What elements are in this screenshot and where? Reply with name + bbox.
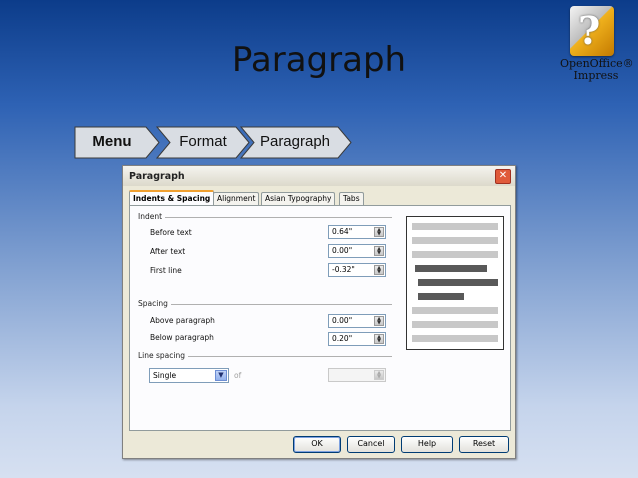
above-paragraph-value: 0.00" [332, 316, 353, 325]
first-line-spinfield[interactable]: -0.32" ▲ ▼ [328, 263, 386, 277]
tab-panel: Indent Before text 0.64" ▲ ▼ After text 0… [129, 205, 511, 431]
breadcrumb-menu-label: Menu [92, 133, 132, 150]
spacing-group-label: Spacing [138, 299, 171, 308]
spin-arrows-icon[interactable]: ▲ ▼ [374, 246, 384, 256]
help-button[interactable]: Help [401, 436, 453, 453]
line-spacing-value: Single [153, 371, 177, 380]
cancel-button[interactable]: Cancel [347, 436, 395, 453]
preview-line-current [418, 293, 464, 300]
tab-alignment[interactable]: Alignment [213, 192, 260, 205]
of-label: of [234, 371, 242, 380]
breadcrumb-format-label: Format [179, 133, 227, 150]
breadcrumb-paragraph-label: Paragraph [259, 133, 331, 150]
paragraph-dialog: Paragraph ✕ Indents & Spacing Alignment … [122, 165, 516, 459]
first-line-value: -0.32" [332, 265, 355, 274]
before-text-spinfield[interactable]: 0.64" ▲ ▼ [328, 225, 386, 239]
below-paragraph-spinfield[interactable]: 0.20" ▲ ▼ [328, 332, 386, 346]
after-text-label: After text [150, 247, 186, 256]
breadcrumb-format: Format [156, 126, 250, 159]
logo-product: Impress [573, 69, 619, 82]
spin-arrows-icon[interactable]: ▲ ▼ [374, 227, 384, 237]
preview-line [412, 237, 498, 244]
before-text-label: Before text [150, 228, 192, 237]
spin-arrows-icon[interactable]: ▲ ▼ [374, 334, 384, 344]
below-paragraph-value: 0.20" [332, 334, 353, 343]
tab-asian-typography[interactable]: Asian Typography [261, 192, 336, 205]
first-line-label: First line [150, 266, 182, 275]
preview-line [412, 307, 498, 314]
line-spacing-of-spinfield[interactable]: ▲ ▼ [328, 368, 386, 382]
above-paragraph-label: Above paragraph [150, 316, 215, 325]
indent-divider [138, 217, 392, 218]
spin-arrows-icon[interactable]: ▲ ▼ [374, 316, 384, 326]
preview-line-current [415, 265, 487, 272]
close-icon[interactable]: ✕ [495, 169, 511, 184]
openoffice-impress-logo: ? OpenOffice® Impress [560, 6, 634, 82]
paragraph-preview [406, 216, 504, 350]
spacing-divider [138, 304, 392, 305]
chevron-down-icon[interactable]: ▼ [215, 370, 227, 381]
spin-arrows-icon[interactable]: ▲ ▼ [374, 370, 384, 380]
tab-tabs[interactable]: Tabs [339, 192, 364, 205]
dialog-titlebar[interactable]: Paragraph ✕ [123, 166, 515, 186]
preview-line [412, 251, 498, 258]
breadcrumb-menu: Menu [74, 126, 160, 159]
dialog-title: Paragraph [129, 171, 185, 182]
line-spacing-group-label: Line spacing [138, 351, 188, 360]
preview-line [412, 321, 498, 328]
after-text-spinfield[interactable]: 0.00" ▲ ▼ [328, 244, 386, 258]
indent-group-label: Indent [138, 212, 166, 221]
above-paragraph-spinfield[interactable]: 0.00" ▲ ▼ [328, 314, 386, 328]
breadcrumb-paragraph: Paragraph [240, 126, 352, 159]
preview-line [412, 223, 498, 230]
after-text-value: 0.00" [332, 246, 353, 255]
below-paragraph-label: Below paragraph [150, 333, 214, 342]
spin-arrows-icon[interactable]: ▲ ▼ [374, 265, 384, 275]
reset-button[interactable]: Reset [459, 436, 509, 453]
line-spacing-select[interactable]: Single ▼ [149, 368, 229, 383]
ok-button[interactable]: OK [293, 436, 341, 453]
tab-indents-spacing[interactable]: Indents & Spacing [129, 190, 215, 206]
slide-title: Paragraph [231, 40, 407, 80]
preview-line-current [418, 279, 498, 286]
preview-line [412, 335, 498, 342]
before-text-value: 0.64" [332, 227, 353, 236]
